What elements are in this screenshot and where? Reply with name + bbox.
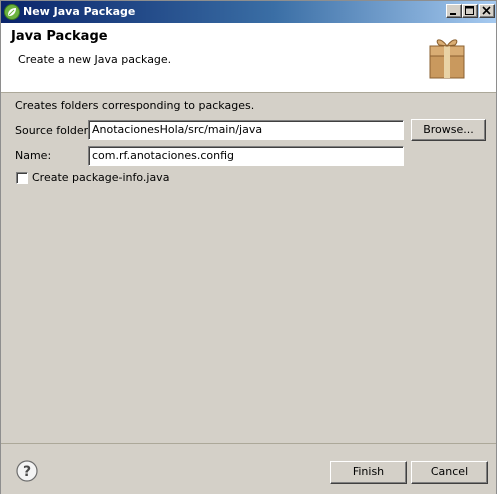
maximize-icon: [465, 6, 474, 15]
create-package-info-label[interactable]: Create package-info.java: [32, 171, 169, 184]
wizard-footer: ? Finish Cancel: [1, 443, 496, 494]
wizard-header: Java Package Create a new Java package.: [1, 23, 496, 93]
wizard-body: Creates folders corresponding to package…: [1, 93, 496, 443]
minimize-button[interactable]: [446, 4, 462, 18]
source-folder-input[interactable]: AnotacionesHola/src/main/java: [88, 120, 404, 140]
package-icon: [429, 39, 465, 79]
source-folder-label: Source folder:: [15, 124, 92, 137]
create-package-info-checkbox[interactable]: [16, 172, 28, 184]
name-label: Name:: [15, 149, 52, 162]
cancel-button[interactable]: Cancel: [411, 461, 488, 484]
svg-text:?: ?: [23, 464, 31, 480]
title-bar[interactable]: New Java Package: [1, 1, 496, 23]
package-name-input[interactable]: com.rf.anotaciones.config: [88, 146, 404, 166]
info-text: Creates folders corresponding to package…: [15, 99, 255, 112]
browse-button[interactable]: Browse...: [411, 119, 486, 141]
page-title: Java Package: [11, 29, 108, 44]
spring-leaf-icon: [4, 4, 20, 20]
window-title: New Java Package: [23, 5, 136, 18]
close-button[interactable]: [479, 4, 495, 18]
help-icon[interactable]: ?: [16, 460, 38, 482]
minimize-icon: [450, 13, 456, 15]
new-java-package-dialog: New Java Package Java Package Create a n…: [0, 0, 497, 494]
finish-button[interactable]: Finish: [330, 461, 407, 484]
maximize-button[interactable]: [462, 4, 478, 18]
close-icon: [482, 6, 491, 15]
page-description: Create a new Java package.: [18, 53, 172, 66]
